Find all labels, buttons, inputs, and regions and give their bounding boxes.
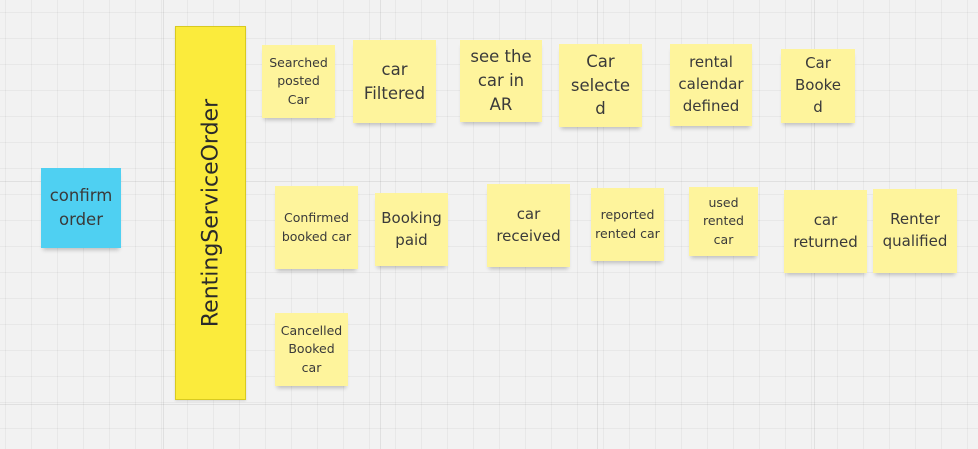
event-sticky-confirmed-booked-car[interactable]: Confirmed booked car (275, 186, 358, 269)
command-sticky-confirm-order[interactable]: confirm order (41, 168, 121, 248)
event-sticky-car-filtered[interactable]: car Filtered (353, 40, 436, 123)
event-sticky-cancelled-booked-car[interactable]: Cancelled Booked car (275, 313, 348, 386)
sticky-label: Renter qualified (882, 210, 948, 250)
event-sticky-car-returned[interactable]: car returned (784, 190, 867, 273)
grid-line (0, 404, 978, 405)
aggregate-label: RentingServiceOrder (198, 98, 223, 328)
event-sticky-searched-posted-car[interactable]: Searched posted Car (262, 45, 335, 118)
event-sticky-used-rented-car[interactable]: used rented car (689, 187, 758, 256)
event-sticky-rental-calendar-defined[interactable]: rental calendar defined (670, 44, 752, 126)
event-sticky-see-the-car-in-ar[interactable]: see the car in AR (460, 40, 542, 122)
sticky-label: Searched posted Car (269, 55, 328, 107)
sticky-label: confirm order (49, 186, 113, 229)
sticky-label: Booking paid (381, 208, 442, 249)
event-sticky-booking-paid[interactable]: Booking paid (375, 193, 448, 266)
grid-line (163, 0, 164, 449)
sticky-label: Confirmed booked car (281, 210, 352, 244)
event-sticky-reported-rented-car[interactable]: reported rented car (591, 188, 664, 261)
sticky-label: car received (496, 204, 561, 245)
sticky-label: Car selected (570, 51, 631, 119)
sticky-label: rental calendar defined (678, 53, 744, 115)
event-sticky-car-booked[interactable]: Car Booked (781, 49, 855, 123)
sticky-label: car Filtered (363, 59, 426, 103)
sticky-label: car returned (793, 210, 858, 251)
sticky-label: used rented car (702, 195, 744, 247)
aggregate-sticky-renting-service-order[interactable]: RentingServiceOrder (175, 26, 246, 400)
event-sticky-car-selected[interactable]: Car selected (559, 44, 642, 127)
sticky-label: Car Booked (794, 54, 842, 116)
event-sticky-car-received[interactable]: car received (487, 184, 570, 267)
sticky-label: reported rented car (595, 207, 660, 241)
sticky-label: see the car in AR (470, 47, 532, 114)
grid-line (0, 181, 978, 182)
event-sticky-renter-qualified[interactable]: Renter qualified (873, 189, 957, 273)
whiteboard-canvas[interactable]: confirm order RentingServiceOrder Search… (0, 0, 978, 449)
sticky-label: Cancelled Booked car (280, 323, 343, 375)
